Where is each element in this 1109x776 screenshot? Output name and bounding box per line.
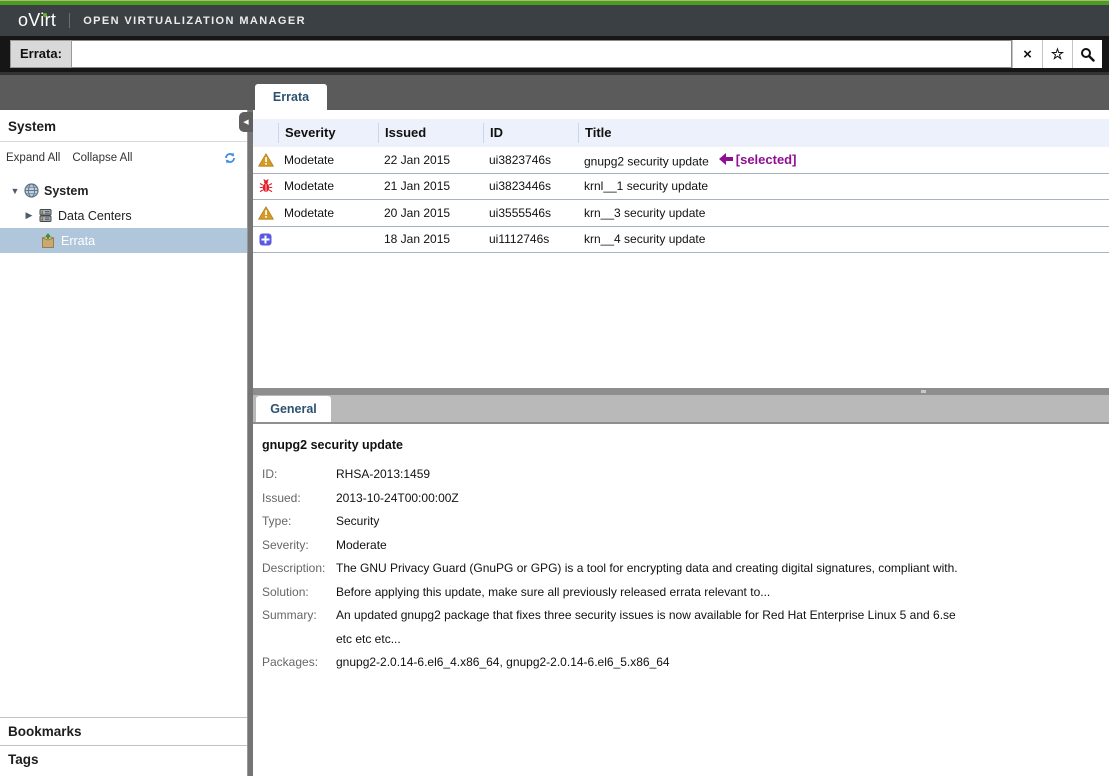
tree-item-errata[interactable]: Errata [0, 228, 247, 253]
column-severity[interactable]: Severity [278, 123, 378, 143]
id-cell: ui3555546s [483, 206, 578, 220]
tree-item-system[interactable]: ▼ System [0, 178, 247, 203]
package-icon [40, 233, 56, 249]
system-tree: ▼ System ▶ [0, 178, 247, 253]
horizontal-splitter[interactable] [253, 388, 1109, 395]
detail-field-severity: Severity: Moderate [262, 534, 1099, 558]
app-header: oVirt OPEN VIRTUALIZATION MANAGER [0, 5, 1109, 36]
title-cell: krn__4 security update [578, 232, 1109, 246]
issued-cell: 18 Jan 2015 [378, 232, 483, 246]
ovirt-logo: oVirt [18, 10, 56, 31]
search-input[interactable] [72, 40, 1012, 68]
detail-title: gnupg2 security update [262, 438, 1099, 452]
detail-tab-strip: General [253, 395, 1109, 424]
selected-annotation: [selected] [719, 152, 797, 167]
ovirt-logo-text: oVirt [18, 10, 56, 30]
errata-table-header: Severity Issued ID Title [253, 119, 1109, 147]
detail-field-type: Type: Security [262, 510, 1099, 534]
issued-cell: 20 Jan 2015 [378, 206, 483, 220]
magnifier-icon [1080, 47, 1095, 62]
search-bar: Errata: × ☆ [0, 36, 1109, 72]
severity-cell: Modetate [278, 206, 378, 220]
accordion-tags[interactable]: Tags [0, 745, 247, 776]
system-tree-panel: System Expand All Collapse All ▼ [0, 110, 247, 776]
tab-errata[interactable]: Errata [255, 84, 327, 110]
severity-bug-icon [253, 179, 278, 193]
detail-field-packages: Packages: gnupg2-2.0.14-6.el6_4.x86_64, … [262, 651, 1099, 675]
header-divider [69, 13, 70, 28]
clear-search-button[interactable]: × [1012, 40, 1042, 68]
expand-all-link[interactable]: Expand All [6, 152, 60, 164]
severity-cell: Modetate [278, 179, 378, 193]
errata-main-panel: Severity Issued ID Title Modetate 22 Jan… [253, 110, 1109, 776]
detail-field-description: Description: The GNU Privacy Guard (GnuP… [262, 557, 1099, 581]
sidebar-accordions: Bookmarks Tags [0, 717, 247, 776]
collapse-all-link[interactable]: Collapse All [72, 152, 132, 164]
collapse-sidebar-button[interactable]: ◀ [239, 112, 253, 132]
globe-icon [24, 183, 39, 198]
chevron-down-icon[interactable]: ▼ [8, 186, 22, 196]
severity-warning-icon [253, 206, 278, 220]
title-cell: krn__3 security update [578, 206, 1109, 220]
errata-table-body: Modetate 22 Jan 2015 ui3823746s gnupg2 s… [253, 147, 1109, 253]
errata-row-krn3[interactable]: Modetate 20 Jan 2015 ui3555546s krn__3 s… [253, 200, 1109, 227]
id-cell: ui3823446s [483, 179, 578, 193]
search-scope-label: Errata: [10, 40, 72, 68]
bookmark-star-button[interactable]: ☆ [1042, 40, 1072, 68]
severity-warning-icon [253, 153, 278, 167]
tree-item-label: System [44, 184, 88, 198]
tree-item-data-centers[interactable]: ▶ Data Centers [0, 203, 247, 228]
detail-field-issued: Issued: 2013-10-24T00:00:00Z [262, 487, 1099, 511]
title-cell: krnl__1 security update [578, 179, 1109, 193]
column-severity-icon [253, 123, 278, 143]
tree-item-label: Data Centers [58, 209, 132, 223]
title-cell: gnupg2 security update[selected] [578, 152, 1109, 169]
refresh-tree-button[interactable] [223, 151, 237, 165]
issued-cell: 21 Jan 2015 [378, 179, 483, 193]
severity-add-icon [253, 233, 278, 246]
main-tab-strip: Errata [0, 72, 1109, 110]
errata-row-krn4[interactable]: 18 Jan 2015 ui1112746s krn__4 security u… [253, 227, 1109, 254]
tree-panel-title: System [0, 110, 247, 142]
data-centers-icon [38, 208, 53, 223]
splitter-grip-icon [921, 390, 926, 393]
issued-cell: 22 Jan 2015 [378, 153, 483, 167]
search-button[interactable] [1072, 40, 1102, 68]
tree-item-label: Errata [61, 234, 95, 248]
errata-row-gnupg2[interactable]: Modetate 22 Jan 2015 ui3823746s gnupg2 s… [253, 147, 1109, 174]
detail-field-solution: Solution: Before applying this update, m… [262, 581, 1099, 605]
general-detail-pane: gnupg2 security update ID: RHSA-2013:145… [253, 424, 1109, 776]
tree-tools: Expand All Collapse All [0, 142, 247, 169]
tab-general[interactable]: General [256, 396, 331, 422]
accordion-bookmarks[interactable]: Bookmarks [0, 717, 247, 745]
product-title: OPEN VIRTUALIZATION MANAGER [83, 15, 306, 27]
refresh-icon [223, 151, 237, 165]
left-arrow-icon [719, 153, 733, 165]
column-title[interactable]: Title [578, 123, 1109, 143]
column-id[interactable]: ID [483, 123, 578, 143]
detail-field-id: ID: RHSA-2013:1459 [262, 463, 1099, 487]
id-cell: ui3823746s [483, 153, 578, 167]
errata-row-krnl1[interactable]: Modetate 21 Jan 2015 ui3823446s krnl__1 … [253, 174, 1109, 201]
column-issued[interactable]: Issued [378, 123, 483, 143]
detail-field-summary: Summary: An updated gnupg2 package that … [262, 604, 1099, 651]
id-cell: ui1112746s [483, 232, 578, 246]
logo-green-dot-icon [43, 13, 47, 17]
severity-cell: Modetate [278, 153, 378, 167]
chevron-right-icon[interactable]: ▶ [22, 210, 36, 221]
ovirt-window: oVirt OPEN VIRTUALIZATION MANAGER Errata… [0, 0, 1109, 776]
